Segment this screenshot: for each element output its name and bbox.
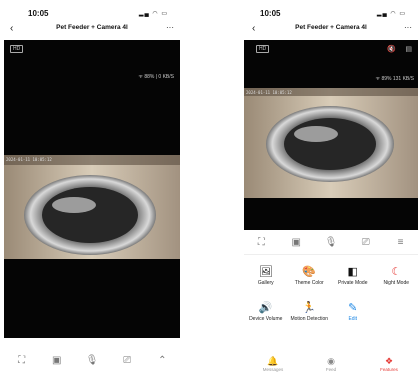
feature-night-mode[interactable]: ☾ Night Mode	[375, 264, 418, 286]
camera-feed: 2024-01-11 10:05:12	[4, 155, 180, 281]
video-view[interactable]: HD ᯤ 88% | 0 KB/S 2024-01-11 10:05:12	[4, 40, 180, 338]
video-toolbar: ⛶ ▣ 🎙 ⎚ ⌃	[4, 352, 180, 368]
gallery-icon: 🖼	[258, 266, 273, 278]
divider	[244, 254, 418, 255]
app-header: ‹ Pet Feeder + Camera 4l ···	[244, 22, 418, 38]
feed-icon: ◉	[327, 356, 335, 366]
screenshot-icon[interactable]: ▣	[286, 237, 306, 248]
microphone-icon[interactable]: 🎙	[321, 237, 341, 248]
status-time: 10:05	[28, 9, 49, 18]
video-timestamp: 2024-01-11 10:05:12	[6, 157, 52, 162]
more-icon[interactable]: ···	[404, 22, 412, 34]
app-header: ‹ Pet Feeder + Camera 4l ···	[4, 22, 180, 38]
status-icons: ▂▄ ◠ ▭	[138, 11, 168, 17]
feed-image	[244, 88, 418, 198]
bell-icon: 🔔	[267, 356, 279, 366]
private-mode-icon: ◧	[347, 266, 358, 278]
left-phone-screen: 10:05 ▂▄ ◠ ▭ ‹ Pet Feeder + Camera 4l ··…	[4, 6, 180, 377]
camera-feed: 2024-01-11 10:05:12	[244, 88, 418, 198]
screenshot-icon[interactable]: ▣	[47, 355, 67, 366]
mute-icon[interactable]: 🔇	[387, 45, 396, 53]
bottom-nav: 🔔 Messages ◉ Feed ❖ Features	[244, 356, 418, 376]
nav-features[interactable]: ❖ Features	[364, 356, 414, 376]
feature-private-mode[interactable]: ◧ Private Mode	[331, 264, 375, 286]
status-time: 10:05	[260, 9, 281, 18]
feature-label: Device Volume	[249, 316, 283, 322]
feature-edit[interactable]: ✎ Edit	[331, 300, 375, 322]
speaker-icon: 🔊	[258, 302, 273, 314]
video-view[interactable]: HD 🔇 ▤ ᯤ 89% 131 KB/S 2024-01-11 10:05:1…	[244, 40, 418, 230]
feature-theme-color[interactable]: 🎨 Theme Color	[288, 264, 332, 286]
menu-icon[interactable]: ≡	[391, 237, 411, 248]
feature-gallery[interactable]: 🖼 Gallery	[244, 264, 288, 286]
split-view-icon[interactable]: ▤	[405, 45, 412, 53]
hd-badge[interactable]: HD	[10, 45, 24, 53]
wifi-status: ᯤ 88% | 0 KB/S	[138, 74, 174, 80]
features-icon: ❖	[384, 356, 394, 366]
fullscreen-icon[interactable]: ⛶	[251, 237, 271, 248]
record-icon[interactable]: ⎚	[356, 237, 376, 248]
feature-label: Edit	[348, 316, 358, 322]
wifi-status: ᯤ 89% 131 KB/S	[375, 76, 414, 82]
feature-label: Gallery	[257, 280, 274, 286]
feature-label: Theme Color	[294, 280, 324, 286]
status-icons: ▂▄ ◠ ▭	[376, 11, 406, 17]
nav-label: Feed	[325, 367, 337, 372]
microphone-icon[interactable]: 🎙	[82, 355, 102, 366]
page-title: Pet Feeder + Camera 4l	[295, 24, 367, 31]
right-phone-screen: 10:05 ▂▄ ◠ ▭ ‹ Pet Feeder + Camera 4l ··…	[244, 6, 418, 377]
feed-image	[4, 155, 180, 281]
night-mode-icon: ☾	[391, 266, 402, 278]
feature-grid: 🖼 Gallery 🎨 Theme Color ◧ Private Mode ☾…	[244, 264, 418, 322]
nav-label: Messages	[262, 367, 284, 372]
more-icon[interactable]: ···	[166, 22, 174, 34]
feature-label: Motion Detection	[290, 316, 329, 322]
fullscreen-icon[interactable]: ⛶	[12, 355, 32, 366]
video-timestamp: 2024-01-11 10:05:12	[246, 90, 292, 95]
nav-messages[interactable]: 🔔 Messages	[248, 356, 298, 376]
feature-motion-detection[interactable]: 🏃 Motion Detection	[288, 300, 332, 322]
status-bar: 10:05 ▂▄ ◠ ▭	[244, 6, 418, 20]
page-title: Pet Feeder + Camera 4l	[56, 24, 128, 31]
nav-feed[interactable]: ◉ Feed	[306, 356, 356, 376]
edit-icon: ✎	[348, 302, 358, 314]
nav-label: Features	[380, 367, 398, 372]
motion-icon: 🏃	[302, 302, 317, 314]
record-icon[interactable]: ⎚	[117, 355, 137, 366]
feature-device-volume[interactable]: 🔊 Device Volume	[244, 300, 288, 322]
palette-icon: 🎨	[302, 266, 317, 278]
video-toolbar: ⛶ ▣ 🎙 ⎚ ≡	[244, 234, 418, 250]
feature-label: Private Mode	[338, 280, 368, 286]
status-bar: 10:05 ▂▄ ◠ ▭	[4, 6, 180, 20]
feature-label: Night Mode	[383, 280, 410, 286]
expand-icon[interactable]: ⌃	[152, 355, 172, 366]
hd-badge[interactable]: HD	[256, 45, 270, 53]
